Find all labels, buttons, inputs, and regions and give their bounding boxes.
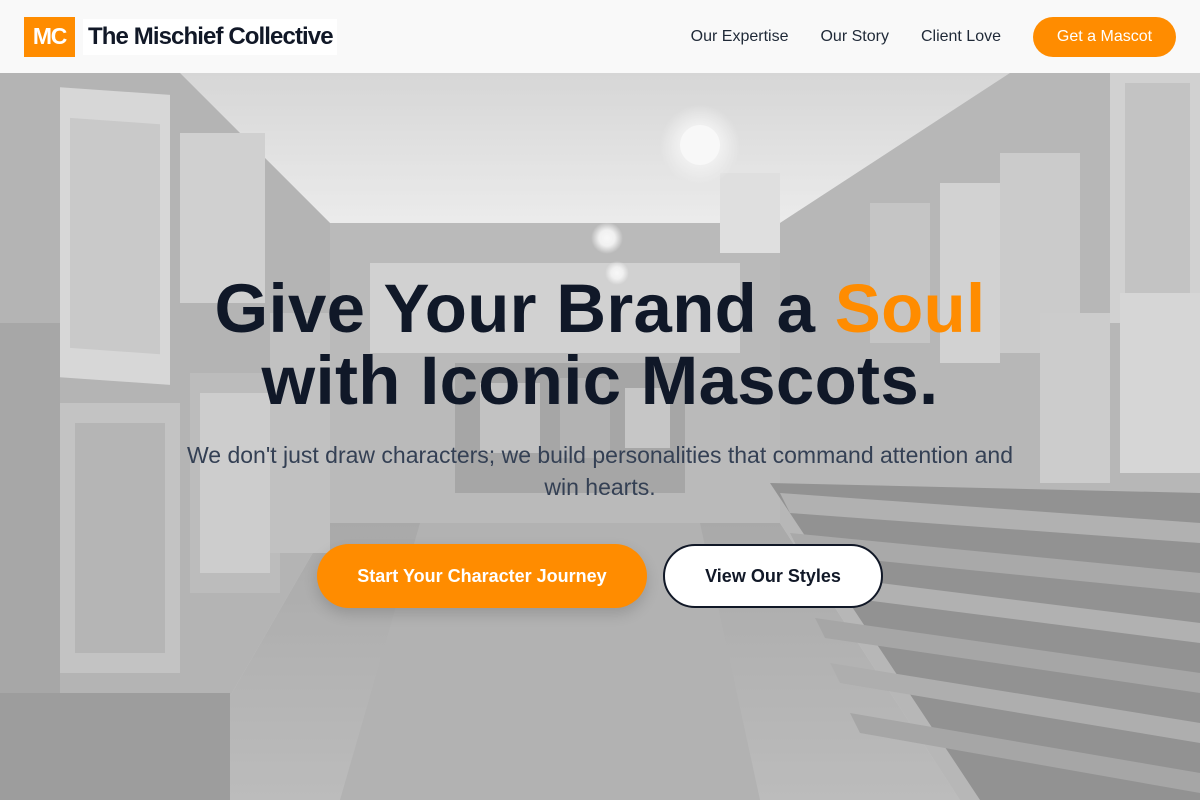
hero-title: Give Your Brand a Soul with Iconic Masco…: [0, 273, 1200, 417]
brand-logo[interactable]: MC The Mischief Collective: [24, 16, 337, 57]
nav-link-client-love[interactable]: Client Love: [921, 28, 1001, 46]
site-header: MC The Mischief Collective Our Expertise…: [0, 0, 1200, 73]
logo-mark[interactable]: MC: [24, 16, 75, 57]
view-our-styles-button[interactable]: View Our Styles: [663, 544, 883, 608]
hero-section: Give Your Brand a Soul with Iconic Masco…: [0, 73, 1200, 800]
nav-link-our-story[interactable]: Our Story: [820, 28, 888, 46]
hero-title-part1: Give Your Brand a: [214, 270, 835, 347]
main-nav: Our Expertise Our Story Client Love Get …: [691, 16, 1176, 57]
hero-title-accent: Soul: [834, 270, 986, 347]
start-character-journey-button[interactable]: Start Your Character Journey: [317, 544, 647, 608]
get-a-mascot-button[interactable]: Get a Mascot: [1033, 16, 1176, 57]
nav-link-our-expertise[interactable]: Our Expertise: [691, 28, 789, 46]
hero-subtitle: We don't just draw characters; we build …: [186, 442, 1014, 500]
brand-name[interactable]: The Mischief Collective: [83, 18, 337, 55]
hero-title-line2: with Iconic Mascots.: [261, 342, 939, 419]
hero-buttons: Start Your Character Journey View Our St…: [0, 544, 1200, 608]
